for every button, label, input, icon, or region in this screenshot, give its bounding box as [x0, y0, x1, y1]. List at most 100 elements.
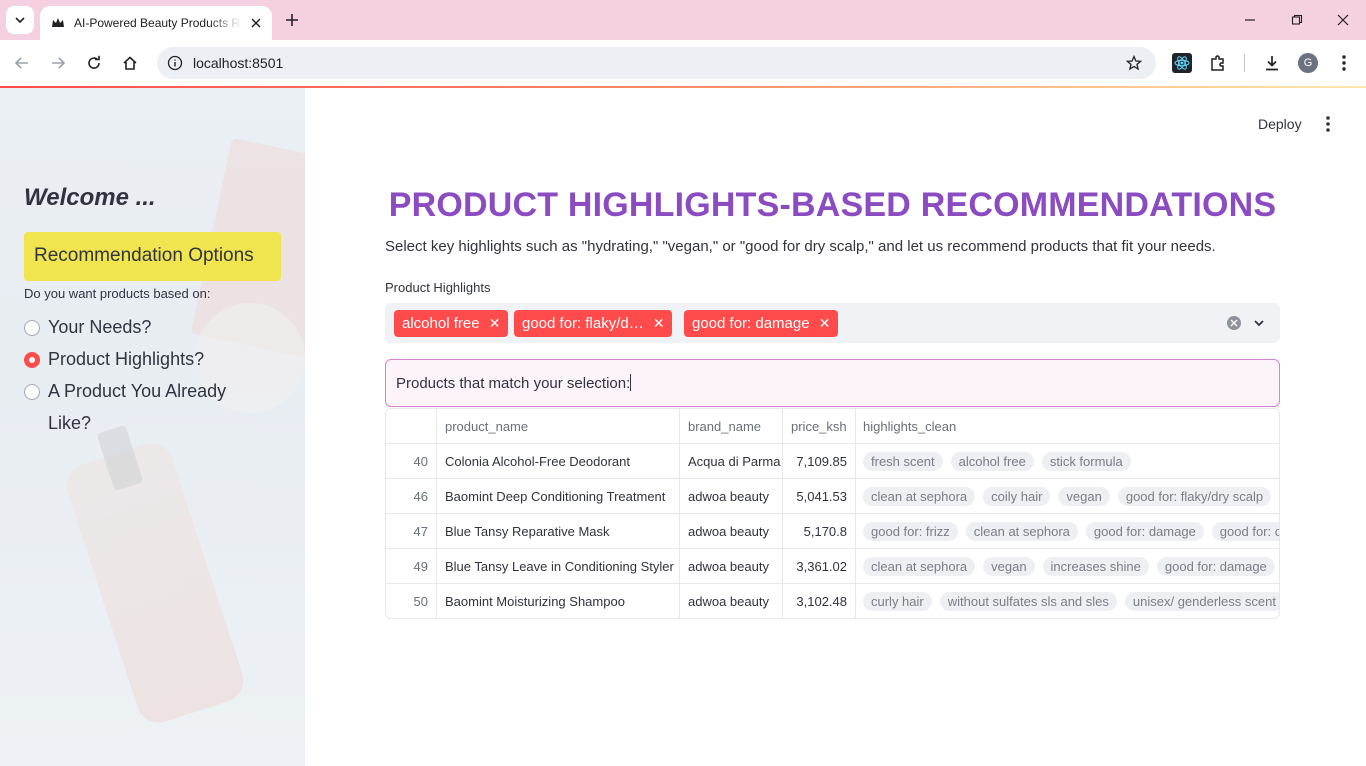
table-row[interactable]: 46 Baomint Deep Conditioning Treatment a…: [386, 479, 1280, 514]
row-index: 50: [386, 584, 437, 618]
site-info-icon[interactable]: [165, 53, 185, 73]
highlight-pill: w: [1279, 487, 1280, 506]
avatar: G: [1298, 53, 1318, 73]
price-cell[interactable]: 3,102.48: [783, 584, 856, 618]
radio-option-product-you-like[interactable]: A Product You Already Like?: [24, 379, 226, 439]
highlight-pill: good for: damage: [1156, 557, 1275, 576]
minimize-icon[interactable]: [1238, 8, 1262, 32]
highlights-multiselect[interactable]: alcohol free ✕ good for: flaky/d… ✕ good…: [385, 303, 1280, 343]
row-index: 46: [386, 479, 437, 514]
highlight-pill: clean at sephora: [863, 487, 976, 506]
radio-button[interactable]: [24, 320, 40, 336]
product-name-cell[interactable]: Colonia Alcohol-Free Deodorant: [437, 444, 680, 479]
profile-avatar[interactable]: G: [1296, 51, 1320, 75]
row-index: 49: [386, 549, 437, 584]
highlights-cell[interactable]: clean at sephora coily hair vegan good f…: [856, 479, 1280, 514]
close-icon[interactable]: [248, 15, 264, 31]
column-header-index[interactable]: [386, 409, 437, 444]
radio-option-product-highlights[interactable]: Product Highlights?: [24, 347, 204, 375]
highlights-field-label: Product Highlights: [385, 280, 491, 295]
table-row[interactable]: 50 Baomint Moisturizing Shampoo adwoa be…: [386, 584, 1279, 618]
chevron-down-icon[interactable]: [1251, 315, 1267, 331]
radio-label-line2: Like?: [48, 413, 92, 433]
match-results-box: Products that match your selection:: [385, 359, 1280, 407]
download-icon[interactable]: [1260, 51, 1284, 75]
restore-icon[interactable]: [1285, 8, 1309, 32]
kebab-icon[interactable]: [1316, 112, 1340, 136]
column-header-highlights[interactable]: highlights_clean: [856, 409, 1279, 444]
highlights-cell[interactable]: clean at sephora vegan increases shine g…: [856, 549, 1279, 584]
react-devtools-icon[interactable]: [1170, 51, 1194, 75]
highlight-pill: without sulfates sls and sles: [939, 592, 1117, 611]
sidebar-question: Do you want products based on:: [24, 286, 211, 301]
star-icon[interactable]: [1124, 53, 1144, 73]
radio-label: Your Needs?: [48, 317, 152, 337]
selected-highlight-chip[interactable]: alcohol free ✕: [394, 310, 508, 337]
remove-chip-icon[interactable]: ✕: [653, 315, 665, 332]
selected-highlight-chip[interactable]: good for: flaky/d… ✕: [514, 310, 672, 337]
highlight-pill: coily hair: [983, 487, 1051, 506]
remove-chip-icon[interactable]: ✕: [489, 315, 501, 332]
menu-icon[interactable]: [1332, 51, 1356, 75]
brand-name-cell[interactable]: adwoa beauty: [680, 514, 783, 549]
row-index: 47: [386, 514, 437, 549]
clear-icon[interactable]: [1227, 316, 1241, 330]
home-icon[interactable]: [116, 49, 144, 77]
highlight-pill: vegan: [983, 557, 1035, 576]
address-bar[interactable]: localhost:8501: [157, 47, 1156, 79]
deploy-button[interactable]: Deploy: [1250, 112, 1310, 136]
highlight-pill: good for: flaky/dry scalp: [1117, 487, 1272, 506]
brand-name-cell[interactable]: Acqua di Parma: [680, 444, 783, 479]
table-row[interactable]: 49 Blue Tansy Leave in Conditioning Styl…: [386, 549, 1279, 584]
highlight-pill: good for: damage: [1085, 522, 1204, 541]
selected-highlight-chip[interactable]: good for: damage ✕: [684, 310, 838, 337]
radio-button-selected[interactable]: [24, 352, 40, 368]
url-text: localhost:8501: [193, 55, 284, 71]
radio-button[interactable]: [24, 384, 40, 400]
highlight-pill: stick formula: [1041, 452, 1131, 471]
price-cell[interactable]: 5,170.8: [783, 514, 856, 549]
highlights-cell[interactable]: curly hair without sulfates sls and sles…: [856, 584, 1279, 618]
brand-name-cell[interactable]: adwoa beauty: [680, 549, 783, 584]
window-close-icon[interactable]: [1331, 8, 1355, 32]
highlights-cell[interactable]: good for: frizz clean at sephora good fo…: [856, 514, 1279, 549]
table-row[interactable]: 40 Colonia Alcohol-Free Deodorant Acqua …: [386, 444, 1279, 479]
radio-option-your-needs[interactable]: Your Needs?: [24, 315, 151, 343]
toolbar-separator: [1244, 54, 1245, 72]
highlight-pill: unisex/ genderless scent: [1124, 592, 1279, 611]
tab-list-icon[interactable]: [6, 6, 34, 34]
radio-label-line1: A Product You Already: [48, 381, 227, 401]
table-row[interactable]: 47 Blue Tansy Reparative Mask adwoa beau…: [386, 514, 1279, 549]
highlight-pill: vegan: [1058, 487, 1110, 506]
product-name-cell[interactable]: Baomint Moisturizing Shampoo: [437, 584, 680, 618]
extensions-icon[interactable]: [1206, 51, 1230, 75]
crown-favicon-icon: [50, 15, 66, 31]
price-cell[interactable]: 7,109.85: [783, 444, 856, 479]
highlight-pill: good for: co: [1211, 522, 1279, 541]
results-table[interactable]: product_name brand_name price_ksh highli…: [385, 408, 1280, 619]
text-cursor: [630, 374, 632, 391]
column-header-price[interactable]: price_ksh: [783, 409, 856, 444]
price-cell[interactable]: 3,361.02: [783, 549, 856, 584]
remove-chip-icon[interactable]: ✕: [819, 315, 831, 332]
browser-tab-bar: AI-Powered Beauty Products Re: [0, 0, 1366, 40]
forward-icon[interactable]: [44, 49, 72, 77]
column-header-brand-name[interactable]: brand_name: [680, 409, 783, 444]
chip-label: good for: damage: [692, 315, 810, 332]
highlight-pill: increases shine: [1042, 557, 1149, 576]
back-icon[interactable]: [8, 49, 36, 77]
chip-label: alcohol free: [402, 315, 480, 332]
column-header-product-name[interactable]: product_name: [437, 409, 680, 444]
product-name-cell[interactable]: Baomint Deep Conditioning Treatment: [437, 479, 680, 514]
product-name-cell[interactable]: Blue Tansy Leave in Conditioning Styler: [437, 549, 680, 584]
page-title: PRODUCT HIGHLIGHTS-BASED RECOMMENDATIONS: [388, 186, 1277, 224]
highlights-cell[interactable]: fresh scent alcohol free stick formula: [856, 444, 1279, 479]
plus-icon[interactable]: [280, 8, 304, 32]
brand-name-cell[interactable]: adwoa beauty: [680, 584, 783, 618]
brand-name-cell[interactable]: adwoa beauty: [680, 479, 783, 514]
browser-toolbar: localhost:8501 G: [0, 40, 1366, 86]
reload-icon[interactable]: [80, 49, 108, 77]
product-name-cell[interactable]: Blue Tansy Reparative Mask: [437, 514, 680, 549]
browser-tab-active[interactable]: AI-Powered Beauty Products Re: [40, 6, 272, 40]
price-cell[interactable]: 5,041.53: [783, 479, 856, 514]
